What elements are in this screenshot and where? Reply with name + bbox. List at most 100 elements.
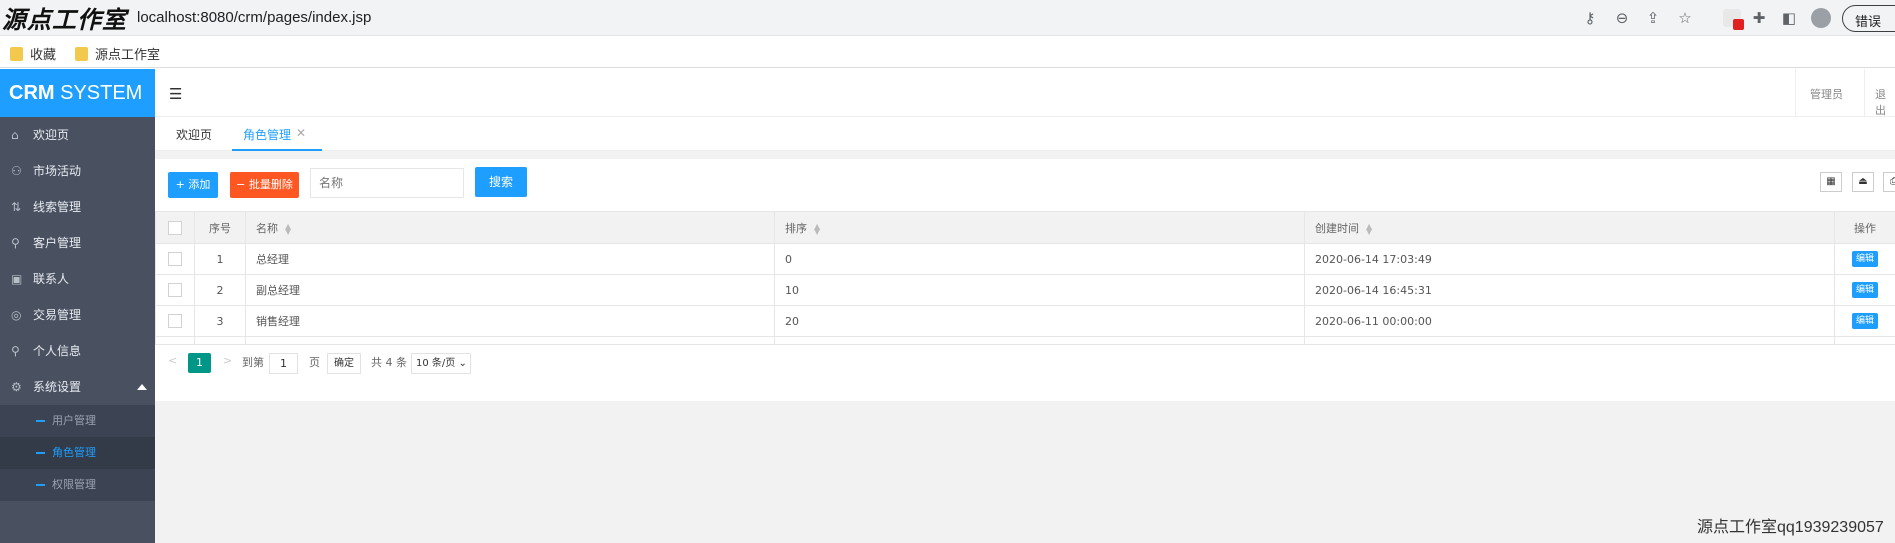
- sidebar-item-contacts[interactable]: ▣ 联系人: [0, 261, 155, 297]
- cell-name: 总经理: [245, 243, 775, 275]
- row-checkbox[interactable]: [168, 283, 182, 297]
- pagination: < 1 > 到第 1 页 确定 共 4 条 10 条/页 ⌄: [155, 344, 1895, 376]
- total-count: 共 4 条: [371, 356, 407, 369]
- bookmark-studio[interactable]: 源点工作室: [75, 44, 160, 63]
- profile-icon[interactable]: [1811, 8, 1831, 28]
- home-icon: ⌂: [11, 128, 19, 142]
- header-label: 创建时间: [1315, 221, 1359, 235]
- close-icon[interactable]: ✕: [296, 126, 306, 140]
- next-page-icon[interactable]: >: [223, 354, 232, 367]
- sort-icon[interactable]: ▲ ▼: [814, 222, 820, 235]
- batch-delete-button[interactable]: − 批量删除: [230, 172, 299, 198]
- logout-link[interactable]: 退出: [1875, 86, 1895, 118]
- zoom-icon[interactable]: ⊖: [1612, 8, 1632, 28]
- money-icon: ◎: [11, 308, 22, 322]
- table-row[interactable]: 2 副总经理 10 2020-06-14 16:45:31 编辑: [155, 274, 1895, 306]
- sidebar-item-label: 系统设置: [33, 380, 82, 394]
- caret-up-icon: [137, 384, 147, 390]
- table-row[interactable]: 1 总经理 0 2020-06-14 17:03:49 编辑: [155, 243, 1895, 275]
- footer-watermark: 源点工作室qq1939239057: [1697, 519, 1884, 536]
- sort-icon[interactable]: ▲ ▼: [1366, 222, 1372, 235]
- select-all-checkbox[interactable]: [168, 220, 182, 235]
- app-logo: CRM SYSTEM: [0, 69, 155, 117]
- export-icon[interactable]: ⏏: [1852, 172, 1874, 192]
- row-select-cell: [155, 243, 195, 275]
- tab-welcome[interactable]: 欢迎页: [176, 126, 212, 143]
- cell-created: 2020-06-14 16:45:31: [1304, 274, 1835, 306]
- row-checkbox[interactable]: [168, 314, 182, 328]
- cell-action: 编辑: [1834, 305, 1895, 337]
- bookmark-label: 源点工作室: [95, 48, 161, 63]
- goto-page-input[interactable]: 1: [269, 353, 298, 374]
- search-button[interactable]: 搜索: [475, 167, 527, 197]
- extension-icon[interactable]: [1723, 9, 1744, 30]
- tab-bar: 欢迎页 角色管理 ✕: [155, 117, 1895, 151]
- sidebar-subitem-permissions[interactable]: 权限管理: [0, 469, 155, 501]
- sidebar-subitem-users[interactable]: 用户管理: [0, 405, 155, 437]
- sidebar-item-market[interactable]: ⚇ 市场活动: [0, 153, 155, 189]
- chevron-down-icon: ⌄: [458, 358, 467, 369]
- add-button[interactable]: + 添加: [168, 172, 218, 198]
- row-select-cell: [155, 305, 195, 337]
- bookmark-favorites[interactable]: 收藏: [10, 44, 56, 63]
- bookmarks-bar: 收藏 源点工作室: [0, 36, 1895, 68]
- edit-button[interactable]: 编辑: [1852, 282, 1878, 298]
- app-header: ☰ 管理员 退出: [155, 69, 1895, 117]
- sort-icon[interactable]: ▲ ▼: [285, 222, 291, 235]
- puzzle-icon[interactable]: ✚: [1749, 8, 1769, 28]
- cell-name: 销售经理: [245, 305, 775, 337]
- menu-icon[interactable]: ☰: [169, 85, 182, 103]
- header-sort[interactable]: 排序 ▲ ▼: [774, 211, 1305, 244]
- sidebar-item-welcome[interactable]: ⌂ 欢迎页: [0, 117, 155, 153]
- prev-page-icon[interactable]: <: [168, 354, 177, 367]
- key-icon[interactable]: ⚷: [1580, 8, 1600, 28]
- person-icon: ⚲: [11, 344, 20, 358]
- print-icon[interactable]: ⎙: [1883, 172, 1895, 192]
- admin-menu[interactable]: 管理员: [1810, 86, 1843, 102]
- folder-icon: [75, 46, 88, 61]
- sidebar-item-label: 欢迎页: [33, 128, 70, 142]
- share-icon[interactable]: ⇪: [1643, 8, 1663, 28]
- header-name[interactable]: 名称 ▲ ▼: [245, 211, 775, 244]
- table-row[interactable]: 3 销售经理 20 2020-06-11 00:00:00 编辑: [155, 305, 1895, 337]
- row-checkbox[interactable]: [168, 252, 182, 266]
- table-header-row: 序号 名称 ▲ ▼ 排序 ▲ ▼ 创建时间 ▲ ▼ 操作: [155, 211, 1895, 244]
- error-button[interactable]: 错误: [1842, 5, 1895, 32]
- header-seq: 序号: [194, 211, 246, 244]
- name-search-input[interactable]: [310, 168, 464, 198]
- address-bar[interactable]: localhost:8080/crm/pages/index.jsp: [137, 9, 371, 26]
- cell-created: 2020-06-11 00:00:00: [1304, 305, 1835, 337]
- page-current[interactable]: 1: [188, 353, 211, 373]
- page-unit-label: 页: [309, 356, 320, 369]
- logo-rest: SYSTEM: [54, 82, 143, 104]
- edit-button[interactable]: 编辑: [1852, 251, 1878, 267]
- sidebar: CRM SYSTEM ⌂ 欢迎页 ⚇ 市场活动 ⇅ 线索管理 ⚲ 客户管理 ▣ 联系人 ◎…: [0, 69, 155, 543]
- divider: [1864, 69, 1865, 117]
- sidebar-subitem-roles[interactable]: 角色管理: [0, 437, 155, 469]
- header-created[interactable]: 创建时间 ▲ ▼: [1304, 211, 1835, 244]
- sidebar-item-customer[interactable]: ⚲ 客户管理: [0, 225, 155, 261]
- edit-button[interactable]: 编辑: [1852, 313, 1878, 329]
- page-size-select[interactable]: 10 条/页 ⌄: [411, 353, 471, 374]
- divider: [1795, 69, 1796, 117]
- columns-icon[interactable]: ▦: [1820, 172, 1842, 192]
- gear-icon: ⚙: [11, 380, 22, 394]
- star-icon[interactable]: ☆: [1675, 8, 1695, 28]
- sidebar-item-clue[interactable]: ⇅ 线索管理: [0, 189, 155, 225]
- header-label: 名称: [256, 221, 278, 235]
- sidebar-item-transaction[interactable]: ◎ 交易管理: [0, 297, 155, 333]
- cell-seq: 1: [194, 243, 246, 275]
- cell-name: 副总经理: [245, 274, 775, 306]
- cell-created: 2020-06-14 17:03:49: [1304, 243, 1835, 275]
- sidebar-item-profile[interactable]: ⚲ 个人信息: [0, 333, 155, 369]
- sitemap-icon: ⚇: [11, 164, 22, 178]
- role-panel: + 添加 − 批量删除 搜索 ▦ ⏏ ⎙ 序号 名称 ▲▼ 排序 ▲▼ 创建时间 ▲▼…: [155, 159, 1895, 401]
- tab-role-management[interactable]: 角色管理: [243, 126, 291, 143]
- sidebar-item-label: 交易管理: [33, 308, 82, 322]
- confirm-button[interactable]: 确定: [327, 353, 361, 374]
- header-label: 排序: [785, 221, 807, 235]
- cell-sort: 20: [774, 305, 1305, 337]
- sidebar-icon[interactable]: ◧: [1779, 8, 1799, 28]
- sidebar-item-settings[interactable]: ⚙ 系统设置: [0, 369, 155, 405]
- user-icon: ⚲: [11, 236, 20, 250]
